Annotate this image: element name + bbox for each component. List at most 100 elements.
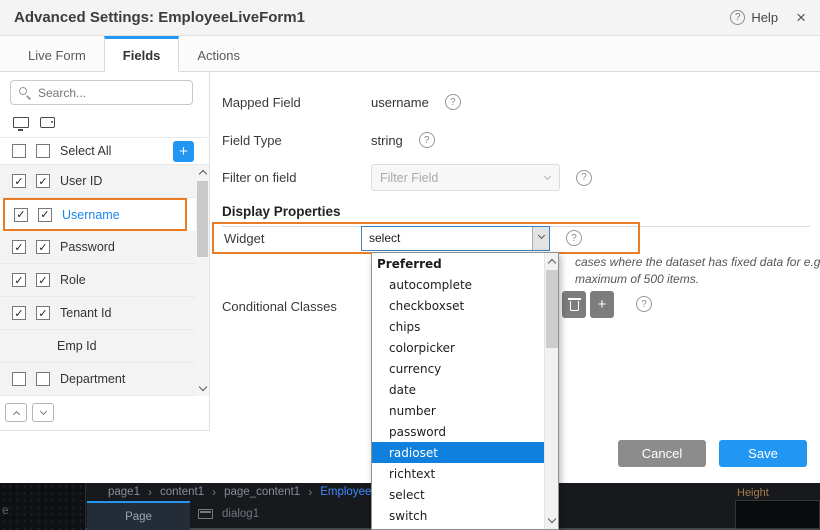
help-label: Help bbox=[751, 10, 778, 25]
chevron-up-icon bbox=[12, 410, 19, 417]
checkbox-checked[interactable]: ✓ bbox=[36, 306, 50, 320]
checkbox-unchecked[interactable] bbox=[12, 372, 26, 386]
filter-field-select-disabled[interactable]: Filter Field bbox=[371, 164, 560, 191]
field-row-role[interactable]: ✓ ✓ Role bbox=[0, 264, 209, 297]
dropdown-option-select[interactable]: select bbox=[372, 484, 544, 505]
select-all-checkbox-mobile[interactable] bbox=[36, 144, 50, 158]
checkbox-checked[interactable]: ✓ bbox=[12, 174, 26, 188]
tab-actions[interactable]: Actions bbox=[179, 36, 258, 71]
field-row-department[interactable]: Department bbox=[0, 363, 209, 396]
field-row-username-selected[interactable]: ✓ ✓ Username bbox=[3, 198, 187, 231]
help-icon: ? bbox=[730, 10, 745, 25]
hint-line-2: maximum of 500 items. bbox=[575, 271, 820, 288]
dropdown-option-password[interactable]: password bbox=[372, 421, 544, 442]
filter-on-field-row: Filter on field Filter Field ? bbox=[222, 164, 592, 191]
dropdown-option-number[interactable]: number bbox=[372, 400, 544, 421]
page-tab[interactable]: Page bbox=[87, 501, 190, 530]
mobile-device-icon[interactable] bbox=[40, 117, 55, 128]
select-arrow-button[interactable] bbox=[532, 227, 549, 250]
checkbox-checked[interactable]: ✓ bbox=[36, 174, 50, 188]
height-property-input[interactable] bbox=[735, 500, 820, 529]
scrollbar-thumb[interactable] bbox=[197, 181, 208, 257]
select-all-label: Select All bbox=[60, 144, 111, 158]
scroll-down-icon[interactable] bbox=[196, 381, 209, 396]
filter-field-help-icon[interactable]: ? bbox=[576, 170, 592, 186]
chevron-down-icon bbox=[39, 407, 46, 414]
dropdown-option-currency[interactable]: currency bbox=[372, 358, 544, 379]
dropdown-option-switch[interactable]: switch bbox=[372, 505, 544, 526]
add-class-button[interactable]: + bbox=[590, 291, 614, 318]
tab-fields[interactable]: Fields bbox=[104, 36, 180, 72]
checkbox-checked[interactable]: ✓ bbox=[36, 240, 50, 254]
scroll-up-icon[interactable] bbox=[196, 165, 209, 180]
checkbox-checked[interactable]: ✓ bbox=[12, 240, 26, 254]
screen: e page1 › content1 › page_content1 › Emp… bbox=[0, 0, 820, 530]
search-icon bbox=[19, 87, 27, 95]
checkbox-checked[interactable]: ✓ bbox=[36, 273, 50, 287]
height-property-label: Height bbox=[737, 487, 769, 499]
close-icon[interactable]: × bbox=[796, 9, 806, 26]
scroll-up-icon[interactable] bbox=[545, 254, 559, 269]
dropdown-option-radioset-selected[interactable]: radioset bbox=[372, 442, 544, 463]
conditional-classes-buttons: + bbox=[562, 291, 614, 318]
widget-help-icon[interactable]: ? bbox=[566, 230, 582, 246]
widget-dropdown-options: Preferred autocomplete checkboxset chips… bbox=[372, 253, 544, 529]
checkbox-checked[interactable]: ✓ bbox=[14, 208, 28, 222]
dialog-window-icon bbox=[198, 509, 213, 519]
desktop-device-icon[interactable] bbox=[13, 117, 29, 128]
dialog-tabbar: Live Form Fields Actions bbox=[0, 36, 820, 72]
cancel-button[interactable]: Cancel bbox=[618, 440, 706, 467]
scroll-down-icon[interactable] bbox=[545, 513, 559, 528]
design-canvas: e bbox=[0, 483, 86, 530]
select-all-checkbox-desktop[interactable] bbox=[12, 144, 26, 158]
field-type-help-icon[interactable]: ? bbox=[419, 132, 435, 148]
widget-select-value: select bbox=[362, 231, 400, 245]
reorder-row bbox=[0, 396, 209, 422]
widget-select[interactable]: select bbox=[361, 226, 550, 251]
field-label: Emp Id bbox=[57, 339, 97, 353]
conditional-classes-help-icon[interactable]: ? bbox=[636, 296, 652, 312]
checkbox-unchecked[interactable] bbox=[36, 372, 50, 386]
save-button[interactable]: Save bbox=[719, 440, 807, 467]
dialog1-tab[interactable]: dialog1 bbox=[222, 508, 259, 520]
checkbox-checked[interactable]: ✓ bbox=[38, 208, 52, 222]
chevron-down-icon bbox=[544, 173, 551, 180]
dropdown-option-richtext[interactable]: richtext bbox=[372, 463, 544, 484]
conditional-classes-label: Conditional Classes bbox=[222, 299, 371, 314]
dropdown-group-header: Preferred bbox=[372, 253, 544, 274]
dropdown-option-checkboxset[interactable]: checkboxset bbox=[372, 295, 544, 316]
field-label: Password bbox=[60, 240, 115, 254]
add-field-button[interactable]: + bbox=[173, 141, 194, 162]
field-row-password[interactable]: ✓ ✓ Password bbox=[0, 231, 209, 264]
help-button[interactable]: ? Help bbox=[730, 10, 778, 25]
dropdown-option-colorpicker[interactable]: colorpicker bbox=[372, 337, 544, 358]
select-all-row[interactable]: Select All + bbox=[0, 138, 209, 165]
checkbox-checked[interactable]: ✓ bbox=[12, 273, 26, 287]
scrollbar-thumb[interactable] bbox=[546, 270, 558, 348]
dropdown-option-chips[interactable]: chips bbox=[372, 316, 544, 337]
search-input[interactable] bbox=[10, 80, 193, 105]
breadcrumb-item[interactable]: page1 bbox=[108, 486, 140, 498]
delete-class-button[interactable] bbox=[562, 291, 586, 318]
dropdown-scrollbar[interactable] bbox=[544, 253, 558, 529]
filter-on-field-label: Filter on field bbox=[222, 170, 371, 185]
field-label: Department bbox=[60, 372, 125, 386]
breadcrumb-separator-icon: › bbox=[148, 485, 152, 499]
tab-live-form[interactable]: Live Form bbox=[10, 36, 104, 71]
search-row bbox=[0, 72, 209, 112]
field-row-user-id[interactable]: ✓ ✓ User ID bbox=[0, 165, 209, 198]
checkbox-checked[interactable]: ✓ bbox=[12, 306, 26, 320]
move-up-button[interactable] bbox=[5, 403, 27, 422]
sidebar-scrollbar[interactable] bbox=[196, 165, 209, 396]
breadcrumb-item[interactable]: content1 bbox=[160, 486, 204, 498]
breadcrumb-item[interactable]: page_content1 bbox=[224, 486, 300, 498]
field-row-emp-id[interactable]: Emp Id bbox=[0, 330, 209, 363]
field-type-value: string bbox=[371, 133, 403, 148]
field-row-tenant-id[interactable]: ✓ ✓ Tenant Id bbox=[0, 297, 209, 330]
dropdown-option-date[interactable]: date bbox=[372, 379, 544, 400]
mapped-field-help-icon[interactable]: ? bbox=[445, 94, 461, 110]
dropdown-option-autocomplete[interactable]: autocomplete bbox=[372, 274, 544, 295]
page-tab-label: Page bbox=[125, 511, 152, 523]
breadcrumb-item-active[interactable]: EmployeeL bbox=[320, 486, 378, 498]
move-down-button[interactable] bbox=[32, 403, 54, 422]
